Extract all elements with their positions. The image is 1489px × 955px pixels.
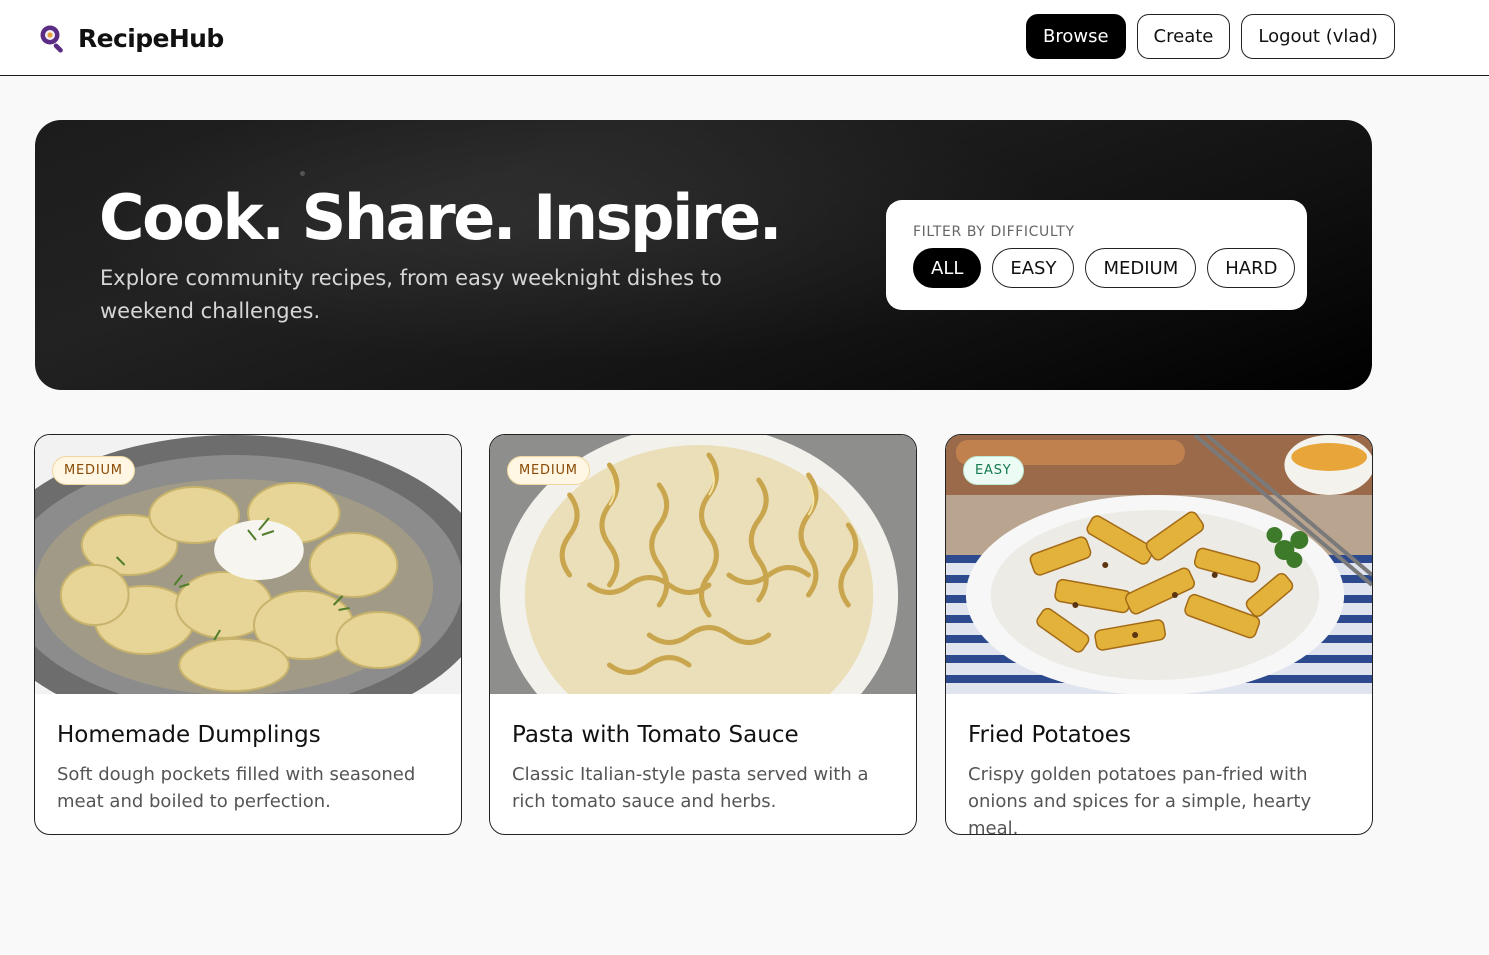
recipe-card[interactable]: EASY Fried Potatoes Crispy golden potato…	[945, 434, 1373, 835]
recipe-title: Fried Potatoes	[968, 722, 1131, 748]
recipe-description: Classic Italian-style pasta served with …	[512, 764, 869, 812]
recipe-card[interactable]: MEDIUM Homemade Dumplings Soft dough poc…	[34, 434, 462, 835]
recipe-title: Homemade Dumplings	[57, 722, 321, 748]
decorative-dot	[300, 171, 305, 176]
filter-chip-hard[interactable]: HARD	[1207, 248, 1296, 288]
difficulty-badge: MEDIUM	[52, 456, 135, 485]
difficulty-badge: MEDIUM	[507, 456, 590, 485]
filter-chip-medium[interactable]: MEDIUM	[1085, 248, 1197, 288]
hero-banner: Cook. Share. Inspire. Explore community …	[35, 120, 1372, 390]
recipe-card[interactable]: MEDIUM Pasta with Tomato Sauce Classic I…	[489, 434, 917, 835]
create-button[interactable]: Create	[1136, 14, 1231, 59]
recipe-description: Crispy golden potatoes pan-fried with on…	[968, 764, 1312, 835]
filter-label: FILTER BY DIFFICULTY	[913, 224, 1075, 240]
brand[interactable]: RecipeHub	[38, 22, 224, 54]
filter-chip-easy[interactable]: EASY	[992, 248, 1075, 288]
browse-button[interactable]: Browse	[1026, 14, 1126, 59]
logout-button[interactable]: Logout (vlad)	[1241, 14, 1395, 59]
recipe-description: Soft dough pockets filled with seasoned …	[57, 764, 416, 812]
difficulty-filter: FILTER BY DIFFICULTY ALL EASY MEDIUM HAR…	[886, 200, 1307, 310]
top-navigation-bar: RecipeHub Browse Create Logout (vlad)	[0, 0, 1489, 76]
filter-chip-all[interactable]: ALL	[913, 248, 982, 288]
filter-chips: ALL EASY MEDIUM HARD	[913, 248, 1296, 288]
brand-name: RecipeHub	[78, 23, 224, 53]
recipe-title: Pasta with Tomato Sauce	[512, 722, 799, 748]
logo-icon	[40, 25, 63, 53]
difficulty-badge: EASY	[963, 456, 1024, 485]
hero-subtitle: Explore community recipes, from easy wee…	[100, 266, 722, 323]
main-nav: Browse Create Logout (vlad)	[1026, 14, 1395, 59]
hero-title: Cook. Share. Inspire.	[99, 181, 782, 254]
